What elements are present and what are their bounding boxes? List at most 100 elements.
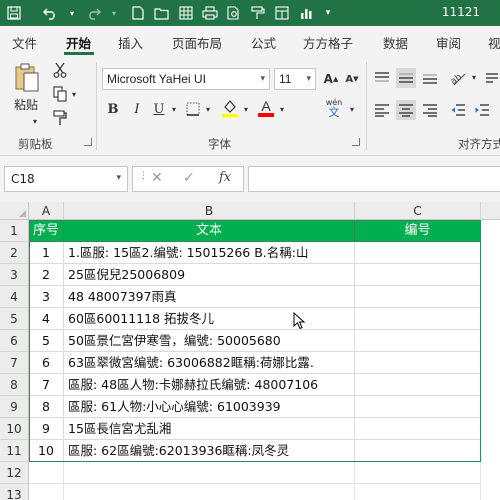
align-left-icon[interactable]: [372, 100, 392, 120]
font-color-button[interactable]: A: [256, 98, 276, 118]
table-cell[interactable]: [355, 352, 481, 374]
tab-file[interactable]: 文件: [12, 33, 37, 52]
table-cell[interactable]: 區服: 62區编號:62013936眶稱:凤冬灵: [64, 440, 355, 462]
grid-icon[interactable]: [176, 3, 196, 23]
empty-cell[interactable]: [64, 462, 355, 484]
insert-function-button[interactable]: fx: [219, 170, 231, 185]
underline-dropdown-icon[interactable]: ▾: [170, 104, 178, 114]
table-cell[interactable]: 5: [29, 330, 64, 352]
cut-icon[interactable]: [52, 62, 68, 78]
fill-color-dropdown-icon[interactable]: ▾: [242, 104, 250, 114]
column-header-a[interactable]: A: [29, 202, 64, 220]
tab-data[interactable]: 数据: [383, 33, 408, 52]
align-center-icon[interactable]: [396, 100, 416, 120]
row-header[interactable]: 8: [0, 374, 29, 396]
row-header[interactable]: 9: [0, 396, 29, 418]
table-cell[interactable]: [355, 396, 481, 418]
chart-icon[interactable]: [296, 3, 316, 23]
table-cell[interactable]: [355, 330, 481, 352]
customize-toolbar-icon[interactable]: ▾: [318, 3, 338, 23]
table-cell[interactable]: 15區長信宮尤乱湘: [64, 418, 355, 440]
text-orientation-icon[interactable]: ab: [448, 68, 468, 88]
tab-formulas[interactable]: 公式: [251, 33, 276, 52]
table-cell[interactable]: [355, 418, 481, 440]
new-file-icon[interactable]: [128, 3, 148, 23]
table-header-cell[interactable]: 序号: [29, 220, 64, 242]
table-header-cell[interactable]: 文本: [64, 220, 355, 242]
paste-dropdown-icon[interactable]: ▾: [30, 116, 40, 126]
name-box[interactable]: C18 ▾: [4, 166, 128, 192]
table-cell[interactable]: 50區景仁宮伊寒雪，编號: 50005680: [64, 330, 355, 352]
table-cell[interactable]: 63區翠微宮编號: 63006882眶稱:荷娜比露.: [64, 352, 355, 374]
column-header-d[interactable]: [481, 202, 500, 220]
table-icon[interactable]: [272, 3, 292, 23]
borders-icon[interactable]: [184, 100, 202, 118]
paste-icon[interactable]: [12, 62, 42, 94]
row-header[interactable]: 5: [0, 308, 29, 330]
redo-icon[interactable]: [84, 3, 104, 23]
save-icon[interactable]: [4, 3, 24, 23]
table-cell[interactable]: 4: [29, 308, 64, 330]
align-right-icon[interactable]: [420, 100, 440, 120]
tab-fangfang-gezi[interactable]: 方方格子: [303, 33, 353, 52]
bold-button[interactable]: B: [104, 100, 122, 118]
table-cell[interactable]: 區服: 48區人物:卡娜赫拉氏编號: 48007106: [64, 374, 355, 396]
row-header[interactable]: 1: [0, 220, 29, 242]
print-icon[interactable]: [200, 3, 220, 23]
font-family-select[interactable]: Microsoft YaHei UI ▾: [102, 68, 270, 90]
table-cell[interactable]: 48 48007397雨真: [64, 286, 355, 308]
text-orientation-dropdown-icon[interactable]: ▾: [470, 72, 478, 82]
table-cell[interactable]: 區服: 61人物:小心心编號: 61003939: [64, 396, 355, 418]
row-header[interactable]: 12: [0, 462, 29, 484]
increase-indent-icon[interactable]: [472, 100, 492, 120]
decrease-indent-icon[interactable]: [448, 100, 468, 120]
open-file-icon[interactable]: [152, 3, 172, 23]
font-size-select[interactable]: 11 ▾: [274, 68, 316, 90]
font-color-dropdown-icon[interactable]: ▾: [278, 104, 286, 114]
column-header-b[interactable]: B: [64, 202, 355, 220]
tab-view[interactable]: 视: [488, 33, 500, 52]
table-cell[interactable]: [355, 440, 481, 462]
table-cell[interactable]: 1.區服: 15區2.编號: 15015266 B.名稱:山: [64, 242, 355, 264]
align-top-icon[interactable]: [372, 68, 392, 88]
tab-insert[interactable]: 插入: [118, 33, 143, 52]
table-cell[interactable]: [355, 286, 481, 308]
copy-icon[interactable]: [52, 86, 68, 102]
empty-cell[interactable]: [64, 484, 355, 500]
row-header[interactable]: 6: [0, 330, 29, 352]
print-preview-icon[interactable]: [224, 3, 244, 23]
empty-cell[interactable]: [355, 462, 481, 484]
table-cell[interactable]: 6: [29, 352, 64, 374]
table-cell[interactable]: [355, 374, 481, 396]
table-cell[interactable]: 7: [29, 374, 64, 396]
row-header[interactable]: 3: [0, 264, 29, 286]
font-dialog-launcher-icon[interactable]: [352, 138, 360, 146]
underline-button[interactable]: U: [150, 100, 168, 118]
table-cell[interactable]: 10: [29, 440, 64, 462]
table-cell[interactable]: 60區60011118 拓拔冬儿: [64, 308, 355, 330]
format-painter-icon[interactable]: [52, 110, 68, 126]
empty-cell[interactable]: [29, 462, 64, 484]
table-cell[interactable]: 3: [29, 286, 64, 308]
select-all-button[interactable]: [0, 202, 29, 220]
table-cell[interactable]: [355, 264, 481, 286]
tab-page-layout[interactable]: 页面布局: [172, 33, 222, 52]
enter-icon[interactable]: ✓: [183, 170, 195, 186]
clipboard-dialog-launcher-icon[interactable]: [84, 138, 92, 146]
table-cell[interactable]: 2: [29, 264, 64, 286]
undo-dropdown-icon[interactable]: ▾: [62, 3, 82, 23]
table-cell[interactable]: 1: [29, 242, 64, 264]
table-header-cell[interactable]: 编号: [355, 220, 481, 242]
row-header[interactable]: 2: [0, 242, 29, 264]
align-bottom-icon[interactable]: [420, 68, 440, 88]
table-cell[interactable]: 9: [29, 418, 64, 440]
wrap-text-icon[interactable]: [484, 68, 500, 88]
tab-review[interactable]: 审阅: [436, 33, 461, 52]
redo-dropdown-icon[interactable]: ▾: [104, 3, 124, 23]
row-header[interactable]: 13: [0, 484, 29, 500]
paste-button[interactable]: 粘贴: [14, 96, 38, 113]
table-cell[interactable]: [355, 242, 481, 264]
table-cell[interactable]: 8: [29, 396, 64, 418]
row-header[interactable]: 10: [0, 418, 29, 440]
row-header[interactable]: 11: [0, 440, 29, 462]
